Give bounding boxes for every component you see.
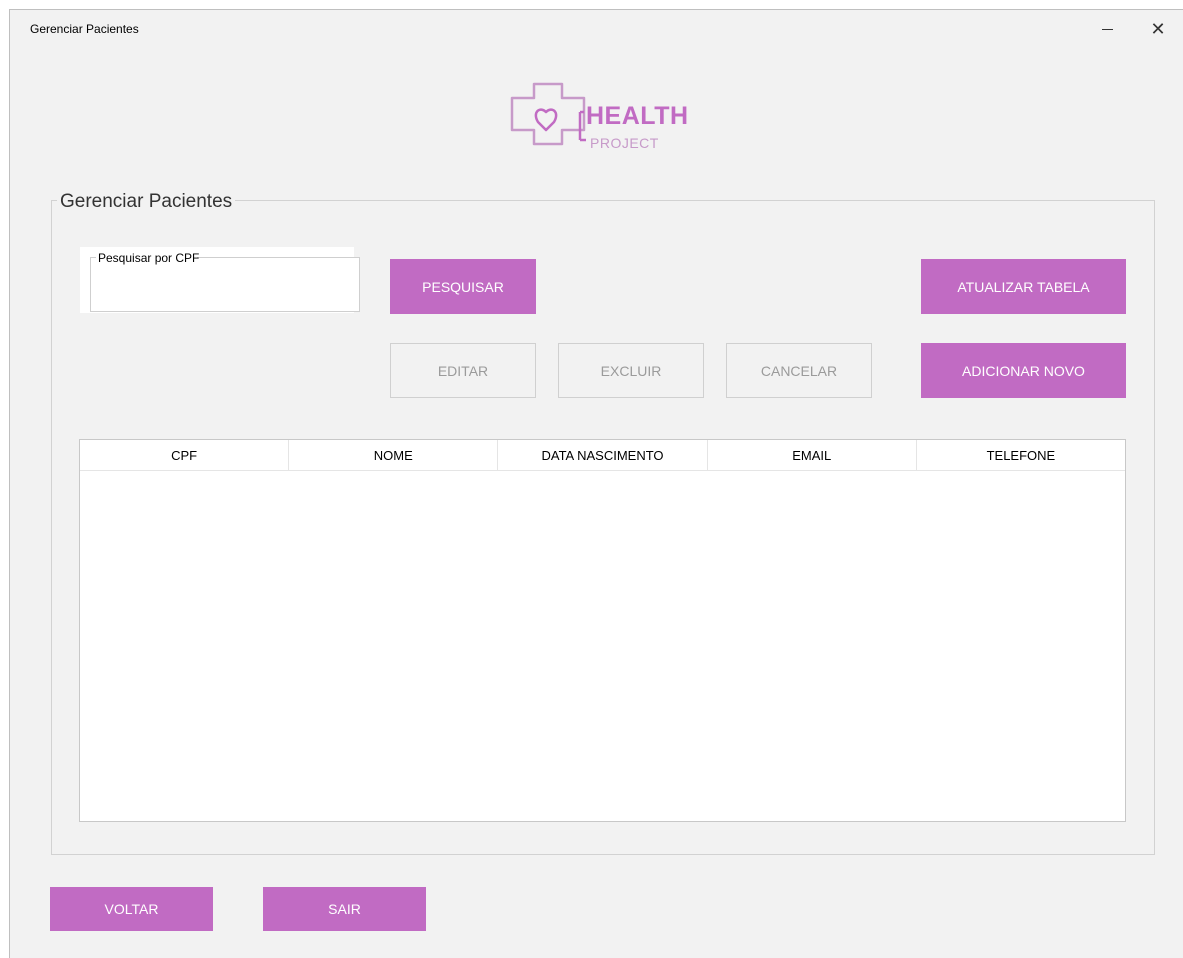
column-header-email[interactable]: EMAIL: [708, 440, 917, 470]
column-header-cpf[interactable]: CPF: [80, 440, 290, 470]
cpf-search-fieldset: Pesquisar por CPF: [90, 251, 360, 312]
close-icon: ✕: [1150, 18, 1166, 39]
search-button[interactable]: PESQUISAR: [390, 259, 536, 314]
app-window: Gerenciar Pacientes ✕ HEALTH PROJECT Ger…: [9, 9, 1183, 958]
column-header-nome[interactable]: NOME: [289, 440, 499, 470]
patients-table[interactable]: CPF NOME DATA NASCIMENTO EMAIL TELEFONE: [79, 439, 1126, 822]
refresh-table-button[interactable]: ATUALIZAR TABELA: [921, 259, 1126, 314]
close-button[interactable]: ✕: [1135, 10, 1181, 48]
fieldset-border: [90, 257, 96, 258]
logo-word-project: PROJECT: [590, 135, 659, 151]
delete-button[interactable]: EXCLUIR: [558, 343, 704, 398]
groupbox-title: Gerenciar Pacientes: [57, 191, 236, 213]
window-title: Gerenciar Pacientes: [30, 22, 139, 36]
cpf-search-label: Pesquisar por CPF: [98, 251, 200, 265]
column-header-telefone[interactable]: TELEFONE: [917, 440, 1125, 470]
column-header-data-nascimento[interactable]: DATA NASCIMENTO: [498, 440, 708, 470]
health-project-logo: HEALTH PROJECT: [506, 78, 706, 168]
minimize-icon: [1101, 28, 1113, 30]
title-bar[interactable]: Gerenciar Pacientes ✕: [10, 10, 1183, 48]
cancel-button[interactable]: CANCELAR: [726, 343, 872, 398]
table-header: CPF NOME DATA NASCIMENTO EMAIL TELEFONE: [80, 440, 1125, 471]
exit-button[interactable]: SAIR: [263, 887, 426, 931]
fieldset-border: [197, 257, 360, 258]
cpf-search-input[interactable]: [97, 271, 355, 305]
logo-word-health: HEALTH: [586, 102, 689, 130]
minimize-button[interactable]: [1084, 10, 1130, 48]
edit-button[interactable]: EDITAR: [390, 343, 536, 398]
medical-cross-heart-icon: [510, 82, 586, 146]
add-new-button[interactable]: ADICIONAR NOVO: [921, 343, 1126, 398]
back-button[interactable]: VOLTAR: [50, 887, 213, 931]
